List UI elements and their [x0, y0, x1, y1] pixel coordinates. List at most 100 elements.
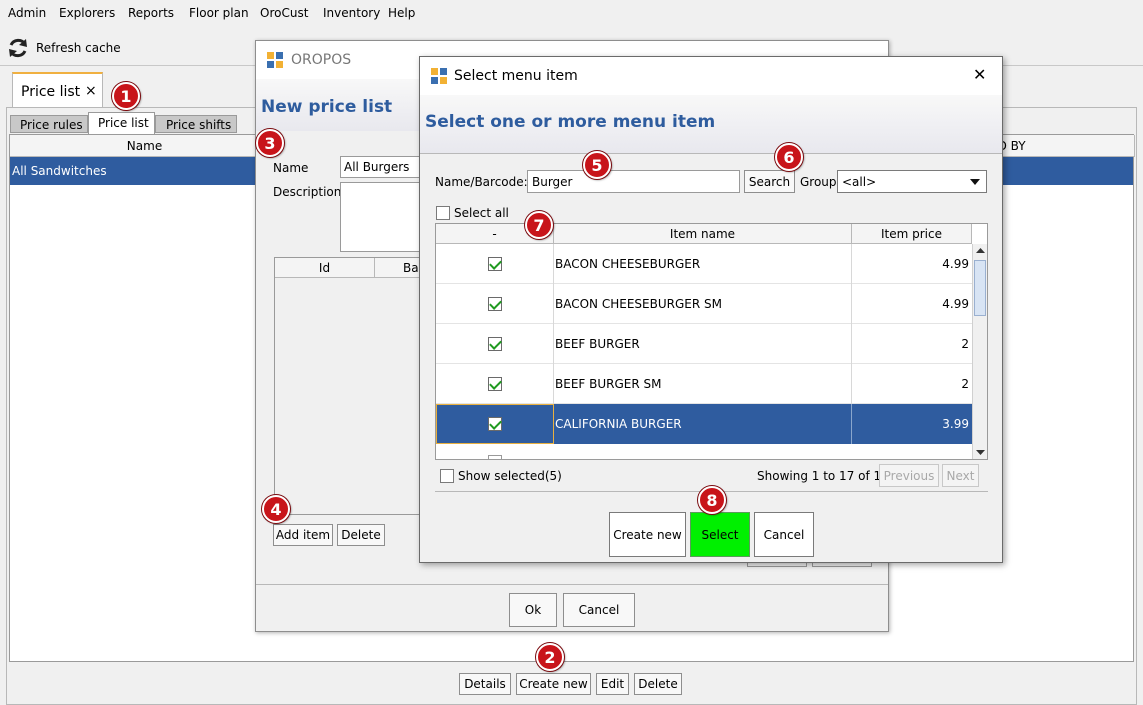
column-header-id[interactable]: Id	[275, 258, 375, 278]
item-name: BACON CHEESEBURGER	[555, 257, 701, 271]
step-badge-3: 3	[256, 129, 284, 157]
table-row[interactable]: BEEF BURGER SM 2	[436, 364, 972, 404]
divider	[851, 324, 852, 364]
group-select-value: <all>	[842, 175, 877, 189]
menu-orocust[interactable]: OroCust	[260, 6, 308, 20]
subtab-price-list[interactable]: Price list	[88, 112, 155, 134]
row-checkbox[interactable]	[488, 377, 502, 391]
vertical-scrollbar[interactable]	[972, 244, 987, 459]
divider	[553, 284, 554, 324]
divider	[553, 244, 554, 284]
name-barcode-label: Name/Barcode:	[435, 175, 528, 189]
step-badge-2: 2	[536, 643, 564, 671]
menu-inventory[interactable]: Inventory	[323, 6, 380, 20]
menu-reports[interactable]: Reports	[128, 6, 174, 20]
group-label: Group	[800, 175, 837, 189]
divider	[851, 244, 852, 284]
step-badge-7: 7	[525, 211, 553, 239]
description-field[interactable]	[340, 182, 430, 252]
dialog-heading: Select one or more menu item	[425, 112, 716, 132]
divider	[256, 584, 888, 585]
step-badge-6: 6	[775, 143, 803, 171]
delete-item-button[interactable]: Delete	[337, 524, 385, 546]
select-all-label: Select all	[454, 206, 509, 220]
column-header-item-price[interactable]: Item price	[852, 224, 972, 244]
row-checkbox[interactable]	[488, 297, 502, 311]
dialog-title: Select menu item	[454, 68, 578, 84]
add-item-button[interactable]: Add item	[273, 524, 333, 546]
item-price: 2	[961, 337, 969, 351]
dialog-titlebar: Select menu item ✕	[420, 57, 1002, 95]
column-header-modified-by[interactable]: ED BY	[990, 135, 1135, 157]
search-input[interactable]: Burger	[527, 170, 740, 193]
menu-floor-plan[interactable]: Floor plan	[189, 6, 249, 20]
oropos-logo-icon	[267, 52, 283, 68]
row-checkbox[interactable]	[488, 337, 502, 351]
row-checkbox[interactable]	[488, 257, 502, 271]
table-row[interactable]: BEEF BURGER 2	[436, 324, 972, 364]
details-button[interactable]: Details	[459, 673, 511, 695]
item-name: CALIFORNIA BURGER	[555, 417, 682, 431]
chevron-down-icon	[970, 179, 980, 185]
select-all-checkbox[interactable]	[436, 206, 450, 220]
subtab-price-shifts[interactable]: Price shifts	[155, 115, 237, 133]
tab-price-list-label: Price list	[21, 84, 81, 100]
window-title: OROPOS	[291, 52, 352, 68]
refresh-cache-button[interactable]: Refresh cache	[6, 35, 121, 61]
row-name: All Sandwitches	[12, 164, 107, 178]
create-new-item-button[interactable]: Create new	[609, 512, 686, 557]
name-field[interactable]: All Burgers	[340, 156, 430, 178]
description-label: Description	[273, 185, 342, 199]
table-row[interactable]: BACON CHEESEBURGER SM 4.99	[436, 284, 972, 324]
scroll-down-icon[interactable]	[976, 450, 985, 455]
divider	[553, 364, 554, 404]
close-icon[interactable]: ✕	[973, 65, 986, 84]
menu-bar: Admin Explorers Reports Floor plan OroCu…	[0, 0, 1143, 28]
divider	[851, 284, 852, 324]
dialog-header-panel: Select one or more menu item	[420, 95, 1002, 153]
table-row[interactable]: BACON CHEESEBURGER 4.99	[436, 244, 972, 284]
divider	[553, 324, 554, 364]
divider	[851, 364, 852, 404]
show-selected-label: Show selected(5)	[458, 469, 562, 483]
next-button[interactable]: Next	[942, 464, 979, 487]
pagination-status: Showing 1 to 17 of 17	[757, 469, 889, 483]
item-price: 3.99	[942, 417, 969, 431]
step-badge-5: 5	[583, 151, 611, 179]
item-name: BACON CHEESEBURGER SM	[555, 297, 722, 311]
menu-help[interactable]: Help	[388, 6, 415, 20]
ok-button[interactable]: Ok	[509, 593, 557, 627]
delete-button[interactable]: Delete	[634, 673, 682, 695]
tab-price-list-main[interactable]: Price list ×	[12, 72, 103, 108]
item-price: 4.99	[942, 297, 969, 311]
divider	[420, 153, 1002, 154]
item-name: BEEF BURGER SM	[555, 377, 662, 391]
tab-close-icon[interactable]: ×	[85, 83, 97, 99]
edit-button[interactable]: Edit	[596, 673, 629, 695]
group-select[interactable]: <all>	[837, 170, 987, 193]
menu-admin[interactable]: Admin	[8, 6, 46, 20]
previous-button[interactable]: Previous	[879, 464, 939, 487]
subtab-price-shifts-label: Price shifts	[166, 118, 232, 132]
select-button[interactable]: Select	[690, 512, 750, 557]
show-selected-checkbox[interactable]	[440, 469, 454, 483]
subtab-price-list-label: Price list	[98, 116, 149, 130]
column-header-name[interactable]: Name	[10, 135, 280, 157]
cancel-dialog-button[interactable]: Cancel	[754, 512, 814, 557]
table-row-selected[interactable]: CALIFORNIA BURGER 3.99	[436, 404, 972, 444]
row-checkbox[interactable]	[488, 417, 502, 431]
create-new-button[interactable]: Create new	[516, 673, 591, 695]
menu-explorers[interactable]: Explorers	[59, 6, 115, 20]
subtab-price-rules[interactable]: Price rules	[10, 115, 88, 133]
scroll-up-icon[interactable]	[976, 248, 985, 253]
column-header-item-name[interactable]: Item name	[554, 224, 852, 244]
menu-items-table: - Item name Item price BACON CHEESEBURGE…	[435, 223, 988, 460]
cancel-button[interactable]: Cancel	[563, 593, 635, 627]
scrollbar-thumb[interactable]	[974, 260, 986, 316]
search-button[interactable]: Search	[744, 170, 795, 193]
refresh-icon	[9, 38, 27, 58]
step-badge-1: 1	[112, 82, 140, 110]
refresh-cache-label: Refresh cache	[36, 41, 121, 55]
search-input-value: Burger	[532, 175, 573, 189]
name-label: Name	[273, 161, 309, 175]
